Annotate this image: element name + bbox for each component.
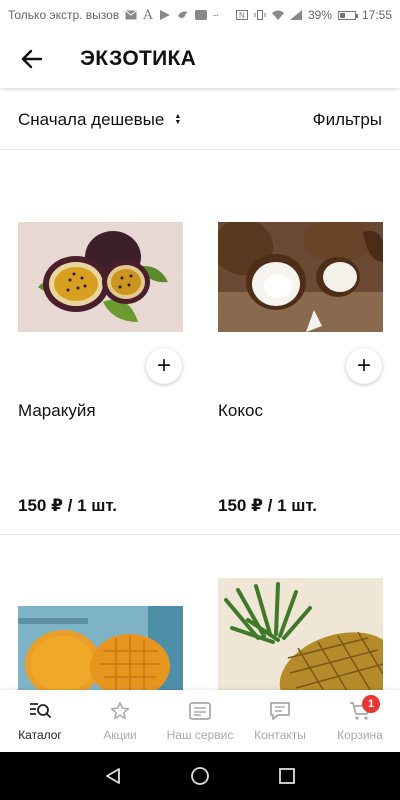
- nav-label: Акции: [103, 728, 137, 742]
- sort-label: Сначала дешевые: [18, 109, 165, 129]
- product-name[interactable]: Маракуйя: [18, 401, 96, 421]
- add-to-cart-button[interactable]: +: [346, 348, 382, 384]
- battery-icon: [337, 10, 358, 20]
- play-icon: [159, 10, 170, 20]
- signal-icon: [289, 10, 302, 20]
- app-header: ЭКЗОТИКА: [0, 30, 400, 88]
- mail-icon: [125, 10, 138, 20]
- vk-icon: [194, 10, 207, 20]
- carrier-text: Только экстр. вызов: [8, 8, 120, 22]
- battery-percent: 39%: [307, 8, 332, 22]
- product-card-coconut[interactable]: + Кокос 150 ₽ / 1 шт.: [200, 151, 400, 534]
- product-image-coconut[interactable]: [218, 222, 383, 332]
- chat-icon: [269, 700, 291, 722]
- square-recents-icon: [278, 768, 295, 784]
- back-button[interactable]: [12, 39, 52, 79]
- filters-button[interactable]: Фильтры: [313, 110, 382, 130]
- star-icon: [109, 700, 131, 722]
- product-name[interactable]: Кокос: [218, 401, 263, 421]
- sort-filter-bar: Сначала дешевые ▲ ▼ Фильтры: [0, 90, 400, 150]
- system-recents-button[interactable]: [272, 761, 302, 791]
- font-icon: A: [143, 7, 153, 23]
- sort-arrows-icon: ▲ ▼: [174, 112, 182, 126]
- status-bar: Только экстр. вызов A ∙∙∙ N 39% 17:55: [0, 0, 400, 30]
- page-title: ЭКЗОТИКА: [80, 47, 197, 70]
- product-grid: + Маракуйя 150 ₽ / 1 шт. + Кокос 150 ₽ /…: [0, 151, 400, 690]
- add-to-cart-button[interactable]: +: [146, 348, 182, 384]
- nav-label: Контакты: [254, 728, 306, 742]
- nfc-icon: N: [235, 10, 248, 20]
- bird-icon: [177, 11, 188, 18]
- product-image-mango[interactable]: [18, 606, 183, 690]
- system-nav-bar: [0, 752, 400, 800]
- more-icon: ∙∙∙: [212, 9, 219, 21]
- catalog-search-icon: [29, 700, 51, 722]
- system-home-button[interactable]: [185, 761, 215, 791]
- product-price: 150 ₽ / 1 шт.: [18, 496, 117, 515]
- product-price: 150 ₽ / 1 шт.: [218, 496, 317, 515]
- system-back-button[interactable]: [98, 761, 128, 791]
- wifi-icon: [271, 10, 284, 20]
- product-image-passion-fruit[interactable]: [18, 222, 183, 332]
- nav-item-contacts[interactable]: Контакты: [240, 690, 320, 752]
- nav-label: Наш сервис: [166, 728, 234, 742]
- circle-home-icon: [191, 767, 209, 785]
- service-icon: [189, 700, 211, 722]
- nav-item-cart[interactable]: 1 Корзина: [320, 690, 400, 752]
- nav-label: Каталог: [18, 728, 62, 742]
- nav-item-service[interactable]: Наш сервис: [160, 690, 240, 752]
- svg-text:N: N: [239, 11, 245, 20]
- nav-item-catalog[interactable]: Каталог: [0, 690, 80, 752]
- triangle-back-icon: [106, 768, 121, 784]
- product-card-passion-fruit[interactable]: + Маракуйя 150 ₽ / 1 шт.: [0, 151, 200, 534]
- bottom-nav: Каталог Акции Наш сервис Контакты 1 Корз…: [0, 690, 400, 752]
- nav-label: Корзина: [337, 728, 383, 742]
- vibrate-icon: [254, 10, 266, 20]
- product-row: + Маракуйя 150 ₽ / 1 шт. + Кокос 150 ₽ /…: [0, 151, 400, 535]
- clock: 17:55: [361, 8, 392, 22]
- product-image-pineapple[interactable]: [218, 578, 383, 690]
- sort-button[interactable]: Сначала дешевые ▲ ▼: [18, 110, 181, 130]
- nav-item-promotions[interactable]: Акции: [80, 690, 160, 752]
- cart-count-badge: 1: [362, 695, 380, 713]
- arrow-left-icon: [21, 49, 43, 69]
